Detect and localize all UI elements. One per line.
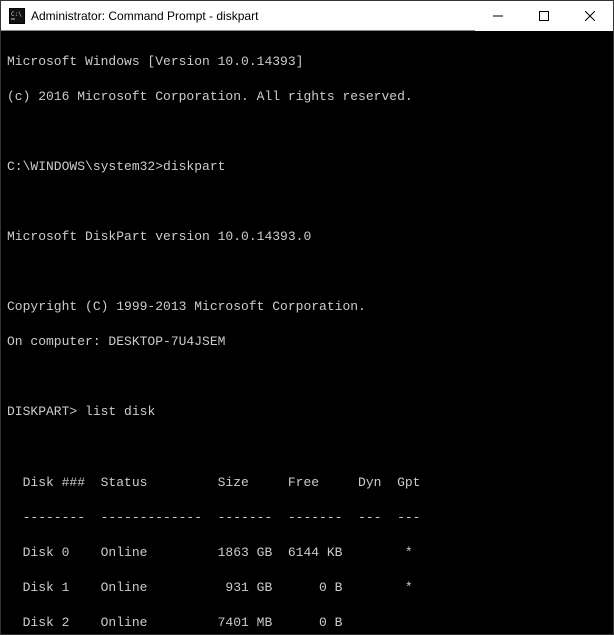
terminal-output[interactable]: Microsoft Windows [Version 10.0.14393] (… [1, 31, 613, 634]
command-prompt-window: C:\ Administrator: Command Prompt - disk… [0, 0, 614, 635]
diskpart-version: Microsoft DiskPart version 10.0.14393.0 [7, 228, 607, 246]
table-row: Disk 0 Online 1863 GB 6144 KB * [7, 544, 607, 562]
header-line: Microsoft Windows [Version 10.0.14393] [7, 53, 607, 71]
maximize-button[interactable] [521, 1, 567, 31]
blank-line [7, 439, 607, 457]
prompt-list-disk: DISKPART> list disk [7, 403, 607, 421]
blank-line [7, 123, 607, 141]
app-icon: C:\ [9, 8, 25, 24]
svg-text:C:\: C:\ [11, 11, 22, 18]
titlebar[interactable]: C:\ Administrator: Command Prompt - disk… [1, 1, 613, 31]
blank-line [7, 263, 607, 281]
disk-table-divider: -------- ------------- ------- ------- -… [7, 509, 607, 527]
close-button[interactable] [567, 1, 613, 31]
minimize-button[interactable] [475, 1, 521, 31]
blank-line [7, 193, 607, 211]
table-row: Disk 1 Online 931 GB 0 B * [7, 579, 607, 597]
disk-table-header: Disk ### Status Size Free Dyn Gpt [7, 474, 607, 492]
copyright-line: (c) 2016 Microsoft Corporation. All righ… [7, 88, 607, 106]
window-title: Administrator: Command Prompt - diskpart [31, 9, 475, 23]
initial-prompt: C:\WINDOWS\system32>diskpart [7, 158, 607, 176]
table-row: Disk 2 Online 7401 MB 0 B [7, 614, 607, 632]
blank-line [7, 368, 607, 386]
diskpart-copyright: Copyright (C) 1999-2013 Microsoft Corpor… [7, 298, 607, 316]
computer-name: On computer: DESKTOP-7U4JSEM [7, 333, 607, 351]
